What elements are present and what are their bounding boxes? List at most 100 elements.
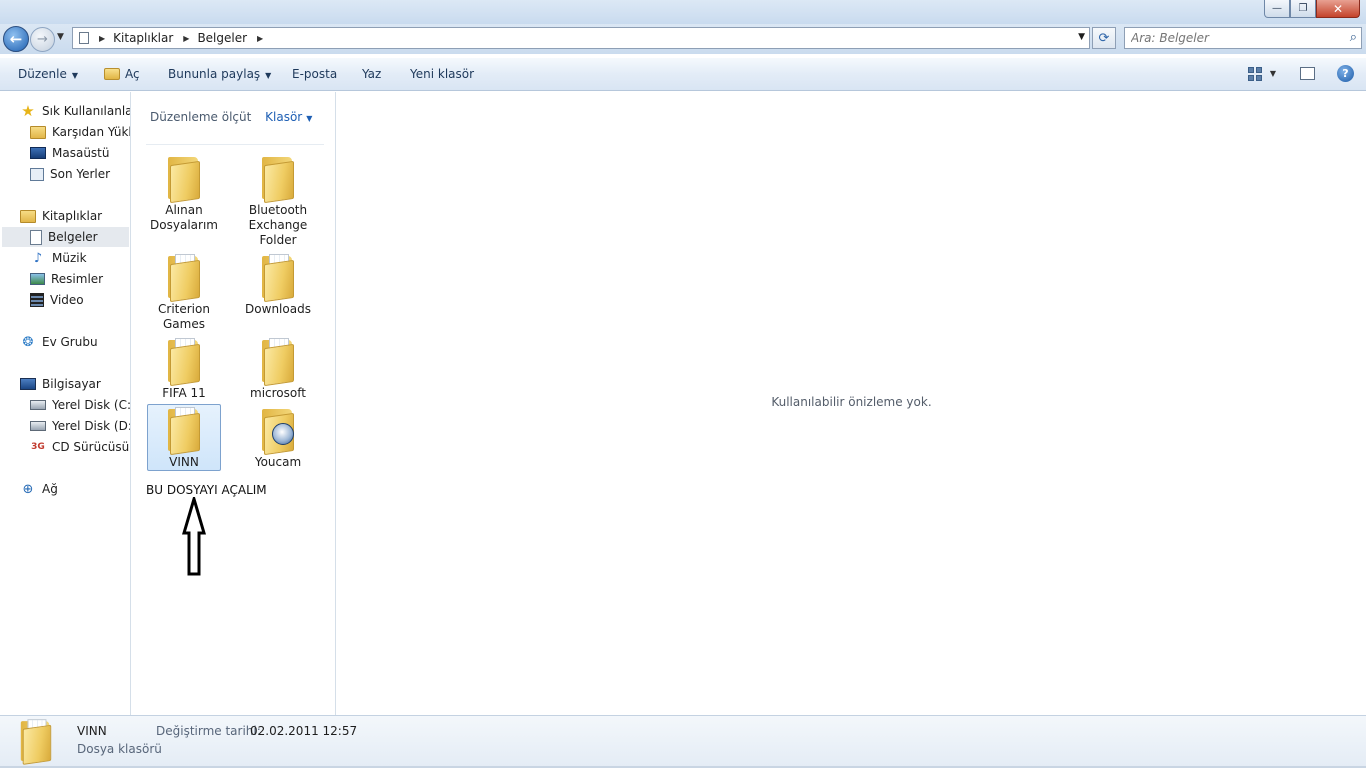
print-button[interactable]: Yaz: [362, 67, 381, 81]
preview-pane: Kullanılabilir önizleme yok.: [337, 92, 1366, 715]
music-note-icon: ♪: [33, 250, 43, 266]
folder-with-files-icon: [166, 407, 202, 456]
close-button[interactable]: ✕: [1316, 0, 1360, 18]
organize-button[interactable]: Düzenle ▼: [18, 67, 78, 81]
downloads-folder-icon: [30, 125, 46, 139]
recent-pages-dropdown-icon[interactable]: ▼: [57, 32, 64, 42]
folder-item-downloads[interactable]: Downloads: [241, 251, 315, 318]
folder-item-criterion-games[interactable]: Criterion Games: [147, 251, 221, 333]
breadcrumb-documents[interactable]: Belgeler: [197, 31, 247, 45]
network-icon: ⊕: [22, 481, 34, 497]
back-button[interactable]: ←: [3, 26, 29, 52]
folder-item-fifa-11[interactable]: FIFA 11: [147, 335, 221, 402]
sidebar-item-cd-drive[interactable]: 3G CD Sürücüsü (F:): [30, 437, 130, 457]
email-button[interactable]: E-posta: [292, 67, 337, 81]
preview-pane-toggle-icon[interactable]: [1300, 67, 1315, 80]
sidebar-item-videos[interactable]: Video: [30, 290, 84, 310]
desktop-icon: [30, 147, 46, 159]
annotation-text: BU DOSYAYI AÇALIM: [146, 483, 267, 497]
folder-name-line: Folder: [259, 233, 297, 247]
folder-item-alinan-dosyalarim[interactable]: Alınan Dosyalarım: [147, 152, 221, 234]
sidebar-item-local-disk-d[interactable]: Yerel Disk (D:): [30, 416, 131, 436]
folder-name-line: Exchange: [248, 218, 308, 232]
share-with-button[interactable]: Bununla paylaş ▼: [168, 67, 271, 81]
arrange-by-dropdown[interactable]: Klasör ▼: [265, 110, 312, 124]
sidebar-homegroup[interactable]: ❂ Ev Grubu: [20, 332, 98, 352]
sidebar-item-pictures[interactable]: Resimler: [30, 269, 103, 289]
folder-item-bluetooth-exchange-folder[interactable]: Bluetooth Exchange Folder: [241, 152, 315, 249]
folder-with-files-icon: [166, 338, 202, 387]
sidebar-network[interactable]: ⊕ Ağ: [20, 479, 58, 499]
open-label: Aç: [125, 67, 140, 81]
hard-disk-icon: [30, 400, 46, 410]
sidebar-item-label: Karşıdan Yüklenenler: [52, 125, 130, 139]
open-button[interactable]: Aç: [104, 67, 140, 81]
address-dropdown-icon[interactable]: ▼: [1078, 32, 1085, 42]
folder-name-line: FIFA 11: [162, 386, 206, 400]
arrange-by-bar: Düzenleme ölçüt Klasör ▼: [150, 110, 312, 124]
folder-name-line: Youcam: [254, 455, 302, 469]
sidebar-item-label: Kitaplıklar: [42, 209, 103, 223]
sidebar-libraries[interactable]: Kitaplıklar: [20, 206, 102, 226]
breadcrumb-libraries[interactable]: Kitaplıklar: [113, 31, 173, 45]
sidebar-item-label: Masaüstü: [52, 146, 110, 160]
search-input[interactable]: [1125, 28, 1325, 48]
details-modified-value: 02.02.2011 12:57: [250, 724, 358, 738]
restore-button[interactable]: ❐: [1290, 0, 1316, 18]
change-view-icon[interactable]: [1247, 66, 1262, 81]
sidebar-item-downloads[interactable]: Karşıdan Yüklenenler: [30, 122, 130, 142]
chevron-down-icon: ▼: [265, 71, 272, 80]
help-icon[interactable]: ?: [1337, 65, 1354, 82]
chevron-right-icon[interactable]: ▶: [183, 34, 189, 43]
arrange-by-label: Düzenleme ölçüt: [150, 110, 252, 124]
sidebar-item-documents[interactable]: Belgeler: [2, 227, 129, 247]
file-list-pane: Düzenleme ölçüt Klasör ▼ Alınan Dosyaları…: [132, 92, 336, 715]
chevron-right-icon[interactable]: ▶: [99, 34, 105, 43]
documents-icon: [30, 229, 42, 245]
search-icon[interactable]: ⌕: [1350, 30, 1357, 45]
arrange-by-value: Klasör: [265, 110, 303, 124]
sidebar-item-desktop[interactable]: Masaüstü: [30, 143, 109, 163]
folder-item-youcam[interactable]: Youcam: [241, 404, 315, 471]
computer-icon: [20, 378, 36, 390]
folder-name-line: Downloads: [245, 302, 311, 316]
sidebar-item-label: Yerel Disk (D:): [52, 419, 131, 433]
folder-name-line: Dosyalarım: [150, 218, 218, 232]
recent-places-icon: [30, 167, 44, 181]
folder-icon: [260, 155, 296, 204]
organize-label: Düzenle: [18, 67, 67, 81]
sidebar-favorites[interactable]: ★ Sık Kullanılanlar: [20, 101, 131, 121]
sidebar-item-label: Müzik: [52, 251, 87, 265]
minimize-button[interactable]: —: [1264, 0, 1290, 18]
sidebar-item-label: Sık Kullanılanlar: [42, 104, 131, 118]
refresh-button[interactable]: ⟳: [1092, 27, 1116, 49]
sidebar-item-label: Resimler: [51, 272, 104, 286]
sidebar-item-label: Ev Grubu: [42, 335, 98, 349]
sidebar-item-music[interactable]: ♪ Müzik: [30, 248, 87, 268]
address-bar[interactable]: ▶ Kitaplıklar ▶ Belgeler ▶ ▼: [72, 27, 1090, 49]
chevron-down-icon: ▼: [71, 71, 79, 80]
navigation-pane: ★ Sık Kullanılanlar Karşıdan Yüklenenler…: [0, 92, 131, 715]
new-folder-button[interactable]: Yeni klasör: [410, 67, 474, 81]
chevron-down-icon: ▼: [306, 114, 313, 123]
folder-with-badge-icon: [260, 407, 296, 456]
view-dropdown-icon[interactable]: ▼: [1270, 69, 1276, 78]
folder-with-files-icon: [260, 254, 296, 303]
sidebar-item-local-disk-c[interactable]: Yerel Disk (C:): [30, 395, 130, 415]
folder-item-microsoft[interactable]: microsoft: [241, 335, 315, 402]
folder-item-vinn[interactable]: VINN: [147, 404, 221, 471]
details-item-name: VINN: [77, 724, 107, 738]
up-arrow-annotation-icon: [182, 497, 206, 576]
sidebar-item-recent-places[interactable]: Son Yerler: [30, 164, 110, 184]
sidebar-item-label: Bilgisayar: [42, 377, 101, 391]
details-item-type: Dosya klasörü: [77, 742, 162, 756]
film-strip-icon: [30, 293, 44, 307]
search-box[interactable]: ⌕: [1124, 27, 1362, 49]
folder-name-line: Games: [163, 317, 205, 331]
folder-with-files-icon: [260, 338, 296, 387]
chevron-right-icon[interactable]: ▶: [257, 34, 263, 43]
forward-button[interactable]: →: [30, 27, 55, 52]
title-bar: — ❐ ✕: [0, 0, 1366, 24]
sidebar-computer[interactable]: Bilgisayar: [20, 374, 101, 394]
folder-name-line: VINN: [169, 455, 199, 469]
